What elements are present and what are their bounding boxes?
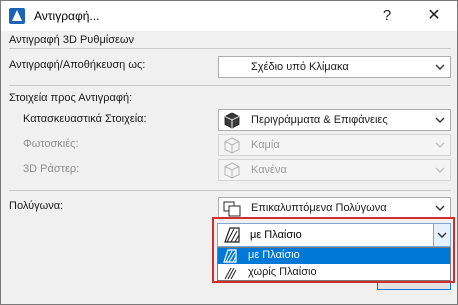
frame-select[interactable]: με Πλαίσιο (217, 223, 451, 247)
polygons-label: Πολύγωνα: (9, 200, 64, 212)
cube-outline-icon (224, 137, 240, 154)
title-bar[interactable]: Αντιγραφή... ? ✕ (1, 1, 457, 31)
close-button[interactable]: ✕ (421, 3, 447, 29)
save-as-label: Αντιγραφή/Αποθήκευση ως: (9, 59, 146, 71)
window-title: Αντιγραφή... (34, 9, 100, 23)
app-icon (9, 8, 25, 24)
cube-icon (224, 112, 240, 129)
help-button[interactable]: ? (377, 3, 397, 29)
option-with-frame[interactable]: με Πλαίσιο (218, 248, 450, 264)
copy-dialog: Αντιγραφή... ? ✕ Αντιγραφή 3D Ρυθμίσεων … (0, 0, 458, 305)
section-heading-elements: Στοιχεία προς Αντιγραφή: (9, 92, 133, 104)
option-label: χωρίς Πλαίσιο (248, 266, 317, 278)
frame-dropdown-list: με Πλαίσιο χωρίς Πλαίσιο (217, 247, 451, 281)
hatch-no-frame-icon (224, 267, 237, 280)
option-label: με Πλαίσιο (248, 249, 300, 261)
divider (9, 190, 451, 191)
construction-elements-value: Περιγράμματα & Επιφάνειες (251, 114, 388, 126)
frame-select-value: με Πλαίσιο (250, 229, 302, 241)
ok-button[interactable] (377, 283, 451, 290)
divider (9, 85, 451, 86)
overlapping-polygons-icon (223, 201, 241, 217)
dropdown-button[interactable] (433, 224, 450, 246)
polygons-value: Επικαλυπτόμενα Πολύγωνα (251, 202, 387, 214)
raster-value: Κανένα (251, 164, 287, 176)
section-heading-3d: Αντιγραφή 3D Ρυθμίσεων (9, 34, 135, 46)
polygons-select[interactable]: Επικαλυπτόμενα Πολύγωνα (218, 197, 451, 219)
lights-label: Φωτοσκιές: (23, 138, 79, 150)
option-without-frame[interactable]: χωρίς Πλαίσιο (218, 265, 450, 281)
save-as-select[interactable]: Σχέδιο υπό Κλίμακα (218, 56, 451, 78)
lights-select[interactable]: Καμία (218, 134, 451, 156)
construction-elements-label: Κατασκευαστικά Στοιχεία: (23, 113, 147, 125)
hatched-frame-icon (223, 249, 237, 263)
chevron-down-icon (435, 117, 445, 123)
construction-elements-select[interactable]: Περιγράμματα & Επιφάνειες (218, 109, 451, 131)
raster-select[interactable]: Κανένα (218, 159, 451, 181)
cube-outline-icon (224, 162, 240, 179)
chevron-down-icon (435, 142, 445, 148)
hatched-frame-icon (224, 227, 240, 243)
chevron-down-icon (435, 205, 445, 211)
raster-label: 3D Ράστερ: (23, 163, 80, 175)
lights-value: Καμία (251, 139, 280, 151)
chevron-down-icon (435, 64, 445, 70)
chevron-down-icon (437, 232, 447, 238)
save-as-value: Σχέδιο υπό Κλίμακα (251, 61, 349, 73)
divider (9, 48, 451, 49)
chevron-down-icon (435, 167, 445, 173)
